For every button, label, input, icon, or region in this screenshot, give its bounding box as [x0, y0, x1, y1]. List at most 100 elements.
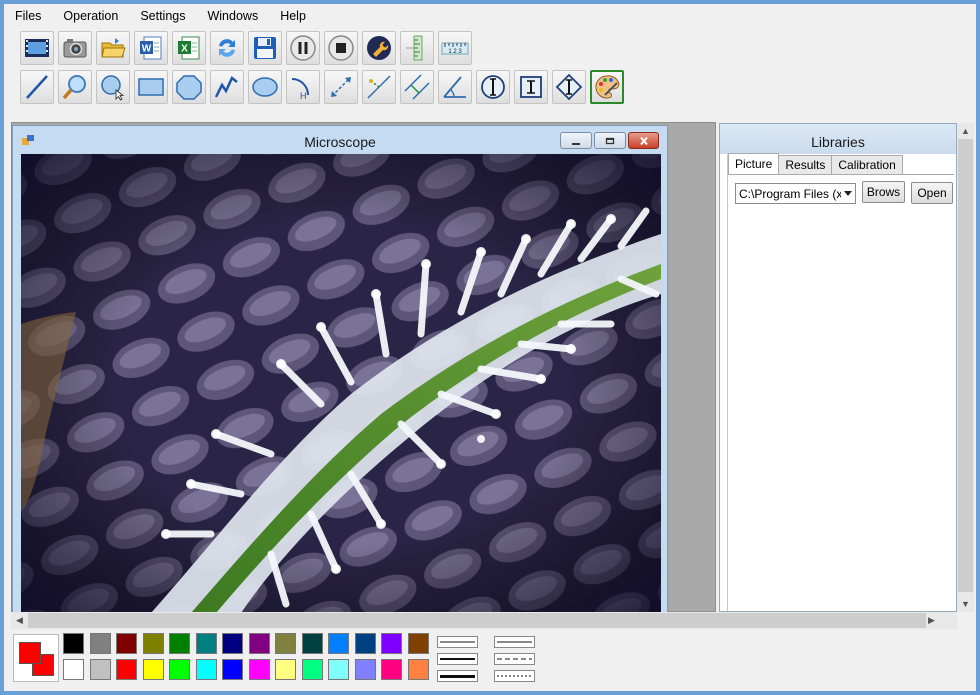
color-swatch[interactable] [142, 659, 164, 680]
refresh-button[interactable] [210, 31, 244, 65]
line-style-dotted-button[interactable] [494, 670, 535, 682]
distance-tool-button[interactable] [324, 70, 358, 104]
snapshot-button[interactable] [58, 31, 92, 65]
video-button[interactable] [20, 31, 54, 65]
open-button[interactable] [96, 31, 130, 65]
export-word-button[interactable]: W [134, 31, 168, 65]
color-swatch[interactable] [169, 633, 190, 654]
horizontal-scrollbar[interactable]: ◀ ▶ [11, 612, 957, 629]
arc-tool-button[interactable]: H [286, 70, 320, 104]
color-swatch[interactable] [63, 659, 84, 680]
color-swatch[interactable] [63, 633, 84, 654]
color-swatch[interactable] [116, 633, 137, 654]
rectangle-tool-button[interactable] [134, 70, 168, 104]
caliper-tool-button[interactable] [514, 70, 548, 104]
color-palette-button[interactable] [590, 70, 624, 104]
restore-icon [605, 137, 615, 144]
microscope-window: Microscope [12, 125, 668, 613]
camera-icon [63, 39, 87, 58]
pause-button[interactable] [286, 31, 320, 65]
color-swatch[interactable] [222, 633, 243, 654]
tools-button[interactable] [362, 31, 396, 65]
horizontal-ruler-button[interactable]: 1 2 3 [438, 31, 472, 65]
parallel-tool-button[interactable] [400, 70, 434, 104]
color-swatch[interactable] [328, 659, 349, 680]
stop-button[interactable] [324, 31, 358, 65]
color-swatch[interactable] [354, 659, 376, 680]
circle-select-button[interactable] [96, 70, 130, 104]
color-swatch[interactable] [301, 633, 323, 654]
color-swatch[interactable] [222, 659, 243, 680]
menu-operation[interactable]: Operation [52, 6, 129, 28]
ellipse-tool-button[interactable] [248, 70, 282, 104]
polygon-tool-button[interactable] [172, 70, 206, 104]
libraries-body [727, 154, 956, 611]
menu-help[interactable]: Help [269, 6, 317, 28]
tab-picture[interactable]: Picture [728, 153, 780, 174]
circle-select-icon [101, 75, 125, 101]
window-border-right [976, 0, 980, 695]
color-swatch[interactable] [248, 659, 270, 680]
line-style-solid-button[interactable] [494, 636, 535, 648]
vertical-scroll-thumb[interactable] [958, 139, 973, 592]
menu-windows[interactable]: Windows [196, 6, 269, 28]
color-swatch[interactable] [354, 633, 376, 654]
line-tool-button[interactable] [20, 70, 54, 104]
export-excel-button[interactable]: X [172, 31, 206, 65]
color-swatch[interactable] [301, 659, 323, 680]
current-colors[interactable] [13, 634, 59, 682]
color-swatch[interactable] [275, 633, 296, 654]
circle-caliper-button[interactable] [476, 70, 510, 104]
save-button[interactable] [248, 31, 282, 65]
color-swatch[interactable] [275, 659, 296, 680]
diamond-caliper-button[interactable] [552, 70, 586, 104]
color-swatch[interactable] [89, 659, 111, 680]
minimize-button[interactable] [560, 132, 592, 149]
tab-results[interactable]: Results [778, 155, 833, 174]
horizontal-scroll-thumb[interactable] [28, 613, 926, 628]
line-style-dashed-button[interactable] [494, 653, 535, 665]
browse-button[interactable]: Brows [862, 181, 905, 203]
color-swatch[interactable] [142, 633, 164, 654]
window-border-top [0, 0, 980, 4]
vertical-ruler-button[interactable] [400, 31, 434, 65]
point-line-tool-button[interactable] [362, 70, 396, 104]
scroll-right-icon[interactable]: ▶ [923, 612, 940, 628]
polyline-tool-button[interactable] [210, 70, 244, 104]
line-width-thick-button[interactable] [437, 670, 478, 682]
line-width-medium-button[interactable] [437, 653, 478, 665]
tab-calibration[interactable]: Calibration [831, 155, 903, 174]
color-swatch[interactable] [169, 659, 190, 680]
zoom-tool-button[interactable] [58, 70, 92, 104]
restore-button[interactable] [594, 132, 626, 149]
color-swatch[interactable] [89, 633, 111, 654]
scroll-down-icon[interactable]: ▼ [957, 596, 974, 612]
microscope-window-titlebar[interactable]: Microscope [13, 126, 667, 154]
foreground-color-swatch[interactable] [19, 642, 41, 664]
picture-path-value: C:\Program Files (x86 [739, 187, 856, 201]
scroll-left-icon[interactable]: ◀ [11, 612, 28, 628]
microscope-image-picture [21, 154, 661, 613]
horizontal-ruler-icon: 1 2 3 [441, 42, 469, 55]
window-border-bottom [0, 691, 980, 695]
angle-tool-button[interactable] [438, 70, 472, 104]
line-width-thin-button[interactable] [437, 636, 478, 648]
color-swatch[interactable] [116, 659, 137, 680]
vertical-scrollbar[interactable]: ▲ ▼ [957, 123, 974, 612]
menu-settings[interactable]: Settings [129, 6, 196, 28]
color-swatch[interactable] [381, 633, 402, 654]
color-swatch[interactable] [381, 659, 402, 680]
color-swatch[interactable] [195, 659, 217, 680]
menu-files[interactable]: Files [4, 6, 52, 28]
color-swatch[interactable] [248, 633, 270, 654]
open-path-button[interactable]: Open [911, 182, 953, 204]
microscope-image[interactable] [21, 154, 661, 613]
scroll-up-icon[interactable]: ▲ [957, 123, 974, 139]
color-swatch[interactable] [195, 633, 217, 654]
color-swatch[interactable] [328, 633, 349, 654]
chevron-down-icon[interactable] [841, 184, 855, 203]
close-button[interactable] [628, 132, 659, 149]
picture-path-dropdown[interactable]: C:\Program Files (x86 [735, 183, 856, 204]
color-swatch[interactable] [407, 659, 429, 680]
color-swatch[interactable] [407, 633, 429, 654]
